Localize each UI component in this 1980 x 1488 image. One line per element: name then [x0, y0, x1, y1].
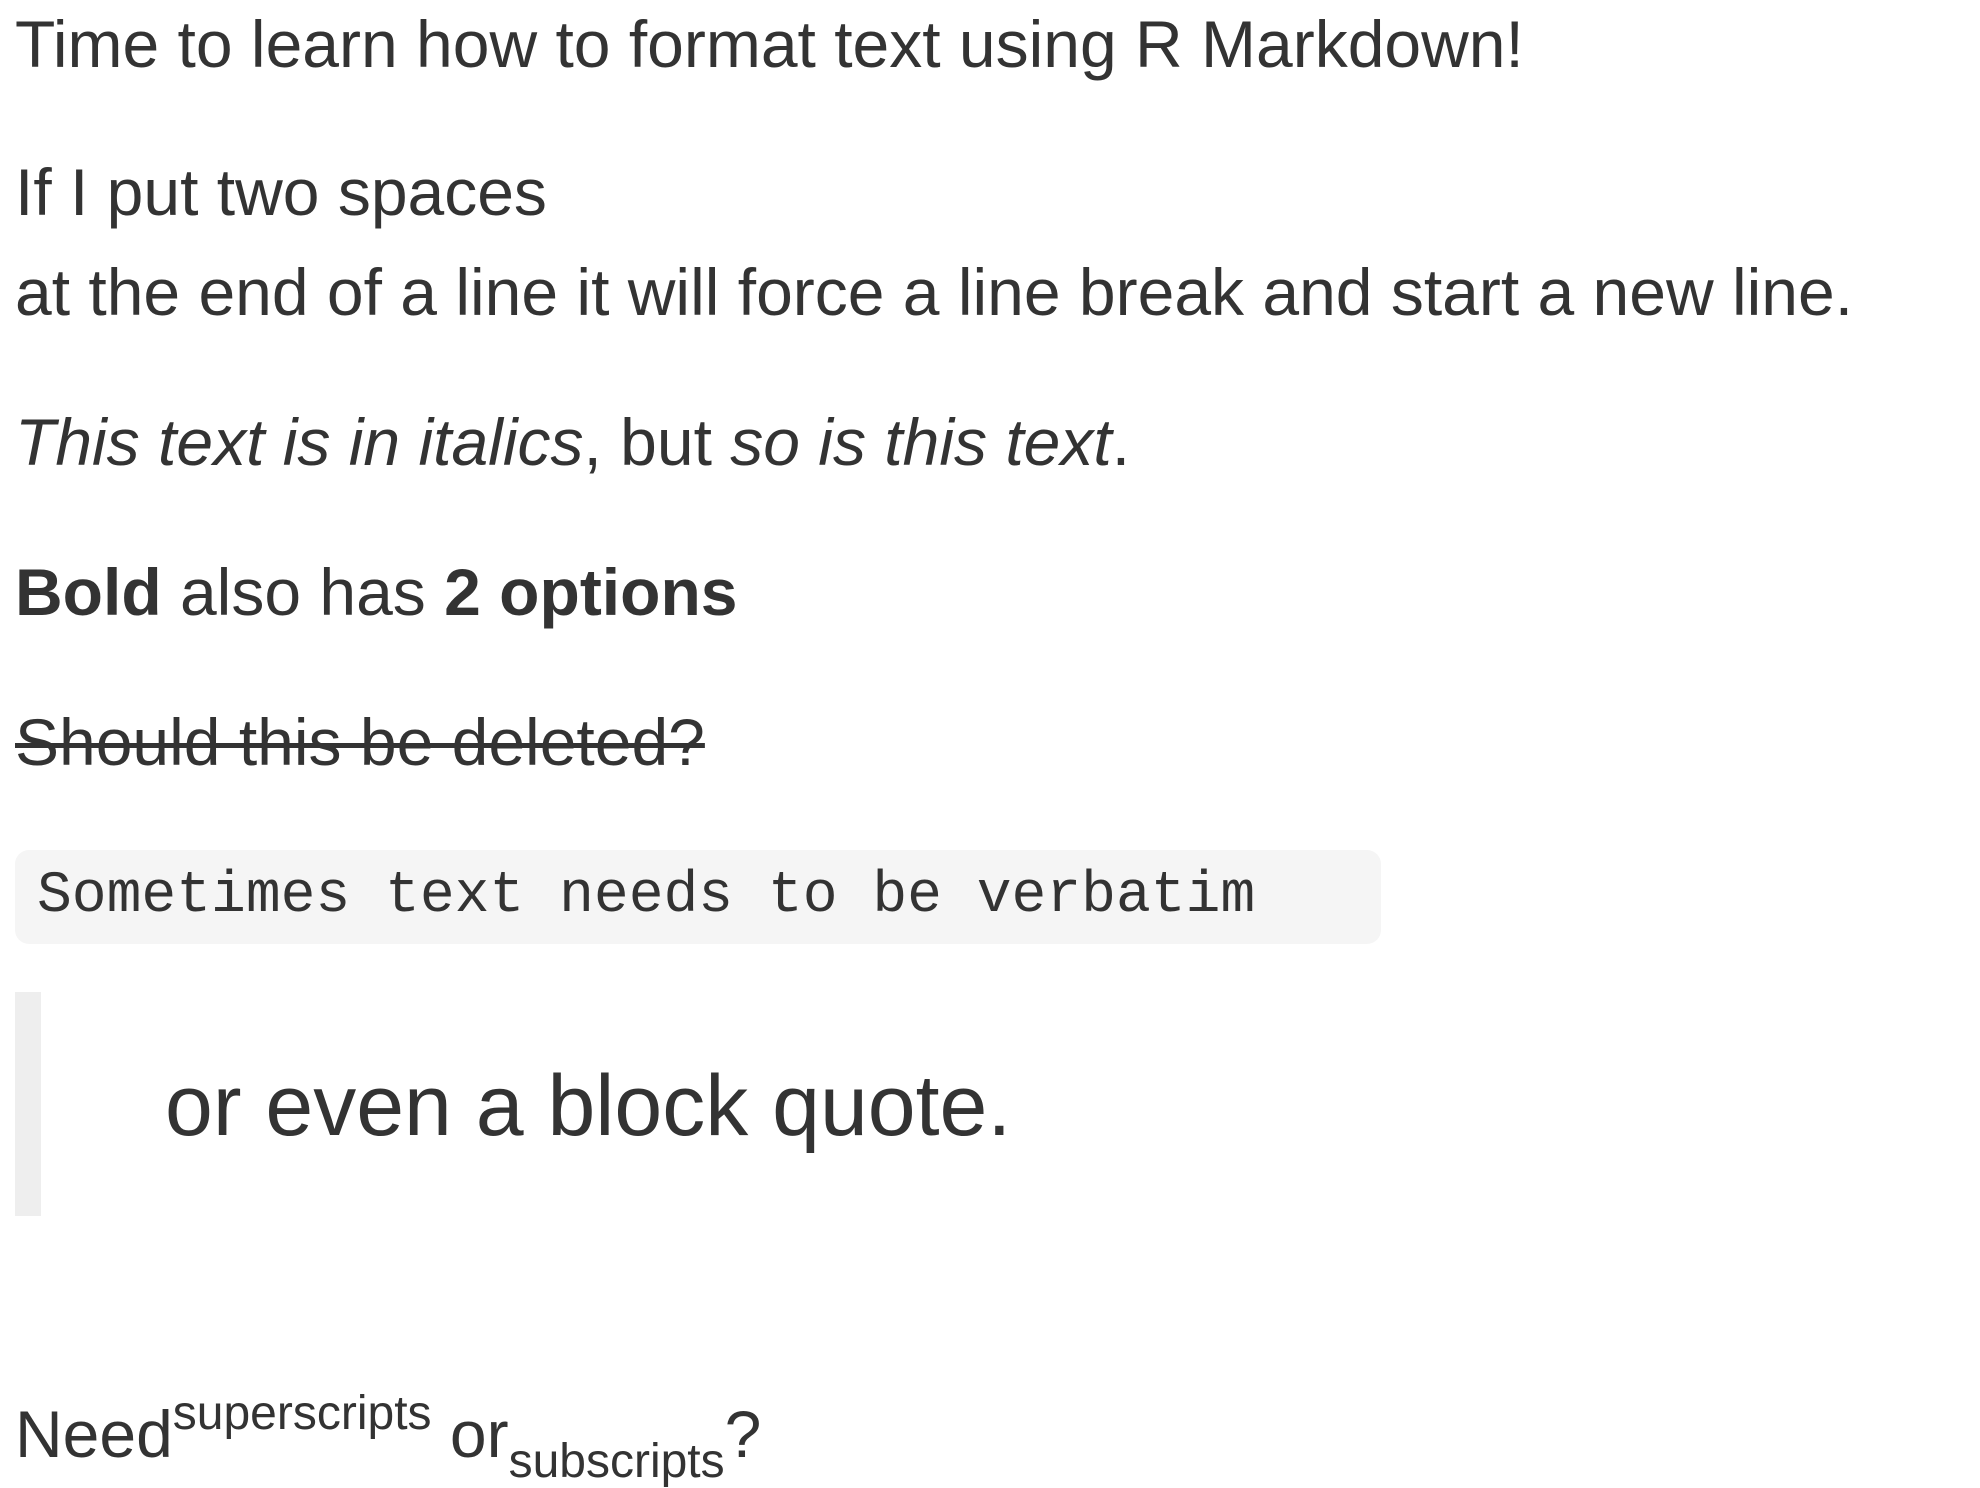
- scripts-paragraph: Needsuperscripts orsubscripts?: [15, 1387, 762, 1488]
- block-quote: or even a block quote.: [15, 992, 1915, 1216]
- script-or-text: or: [431, 1397, 509, 1471]
- bold-paragraph: Bold also has 2 options: [15, 552, 737, 632]
- block-quote-text: or even a block quote.: [165, 1058, 1012, 1154]
- strikethrough-text: Should this be deleted?: [15, 705, 705, 779]
- bold-text-1: Bold: [15, 555, 162, 629]
- intro-paragraph: Time to learn how to format text using R…: [15, 7, 1524, 81]
- italic-text-1: This text is in italics: [15, 405, 584, 479]
- script-question-mark: ?: [724, 1397, 762, 1471]
- superscript-text: superscripts: [172, 1387, 432, 1440]
- line-break-line-2: at the end of a line it will force a lin…: [15, 255, 1854, 329]
- verbatim-code: Sometimes text needs to be verbatim: [15, 850, 1381, 944]
- strikethrough-paragraph: Should this be deleted?: [15, 702, 705, 782]
- subscript-text: subscripts: [508, 1435, 725, 1488]
- italic-text-2: so is this text: [730, 405, 1112, 479]
- italics-separator: , but: [583, 405, 731, 479]
- italics-period: .: [1111, 405, 1131, 479]
- italics-paragraph: This text is in italics, but so is this …: [15, 402, 1130, 482]
- line-break-line-1: If I put two spaces: [15, 155, 547, 229]
- script-need-text: Need: [15, 1397, 173, 1471]
- bold-text-2: 2 options: [444, 555, 738, 629]
- bold-middle-text: also has: [161, 555, 445, 629]
